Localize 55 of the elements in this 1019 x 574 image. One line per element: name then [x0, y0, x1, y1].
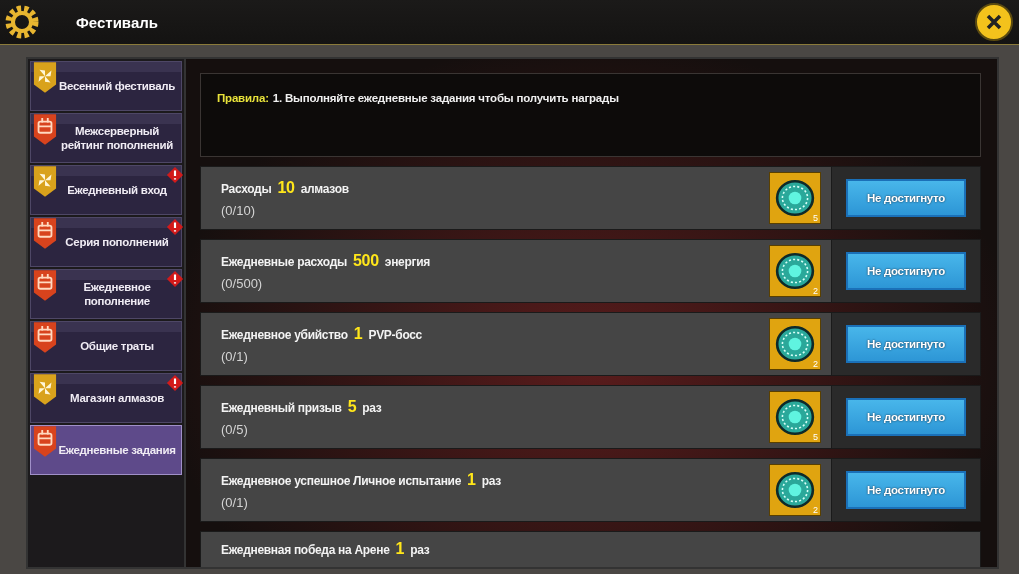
sidebar-item[interactable]: Серия пополнений: [30, 217, 182, 267]
task-title: Ежедневное успешное Личное испытание 1 раз: [221, 470, 502, 489]
task-title: Ежедневное убийство 1 PVP-босс: [221, 324, 423, 343]
sidebar-item[interactable]: Магазин алмазов: [30, 373, 182, 423]
status-button[interactable]: Не достигнуто: [846, 471, 966, 509]
sidebar-label: Ежедневные задания: [57, 442, 177, 458]
sidebar-item[interactable]: Ежедневный вход: [30, 165, 182, 215]
close-icon: [984, 12, 1004, 32]
task-counter: (0/10): [221, 202, 256, 218]
sidebar-label: Весенний фестиваль: [57, 78, 177, 94]
close-button[interactable]: [975, 3, 1013, 41]
rules-text: 1. Выполняйте ежедневные задания чтобы получить награды: [272, 92, 619, 104]
disc-icon: [774, 469, 816, 511]
sidebar-label: Ежедневное пополнение: [82, 279, 152, 309]
reward-count: 5: [813, 432, 818, 442]
status-button[interactable]: Не достигнуто: [846, 325, 966, 363]
task-counter: (0/1): [221, 348, 249, 364]
task-counter: (0/1): [221, 494, 249, 510]
task-counter: (0/5): [221, 421, 249, 437]
sidebar-label: Магазин алмазов: [69, 390, 165, 406]
disc-icon: [774, 323, 816, 365]
sidebar-item[interactable]: Межсерверный рейтинг пополнений: [30, 113, 182, 163]
status-button[interactable]: Не достигнуто: [846, 398, 966, 436]
rules-label: Правила:: [217, 92, 269, 104]
disc-icon: [774, 177, 816, 219]
reward-slot[interactable]: 2: [769, 245, 821, 297]
reward-slot[interactable]: 2: [769, 318, 821, 370]
status-button[interactable]: Не достигнуто: [846, 179, 966, 217]
disc-icon: [774, 250, 816, 292]
sidebar-label: Общие траты: [79, 338, 155, 354]
disc-icon: [774, 396, 816, 438]
task-title: Ежедневные расходы 500 энергия: [221, 251, 431, 270]
pinwheel-badge-icon: [33, 62, 57, 94]
sidebar-item[interactable]: Ежедневные задания: [30, 425, 182, 475]
status-button[interactable]: Не достигнуто: [846, 252, 966, 290]
reward-slot[interactable]: 5: [769, 172, 821, 224]
window-title: Фестиваль: [75, 13, 159, 31]
task-title: Расходы 10 алмазов: [221, 178, 350, 197]
sidebar-label: Межсерверный рейтинг пополнений: [59, 123, 175, 153]
reward-count: 5: [813, 213, 818, 223]
sidebar-label: Серия пополнений: [64, 234, 170, 250]
pinwheel-badge-icon: [33, 166, 57, 198]
reward-slot[interactable]: 5: [769, 391, 821, 443]
pinwheel-badge-icon: [33, 374, 57, 406]
reward-count: 2: [813, 359, 818, 369]
reward-count: 2: [813, 286, 818, 296]
sidebar-item[interactable]: Ежедневное пополнение: [30, 269, 182, 319]
task-title: Ежедневная победа на Арене 1 раз: [221, 540, 431, 558]
task-counter: (0/500): [221, 275, 264, 291]
reward-count: 2: [813, 505, 818, 515]
sidebar-item[interactable]: Весенний фестиваль: [30, 61, 182, 111]
sidebar-item[interactable]: Общие траты: [30, 321, 182, 371]
sidebar-label: Ежедневный вход: [66, 182, 168, 198]
reward-slot[interactable]: 2: [769, 464, 821, 516]
task-title: Ежедневный призыв 5 раз: [221, 397, 383, 416]
